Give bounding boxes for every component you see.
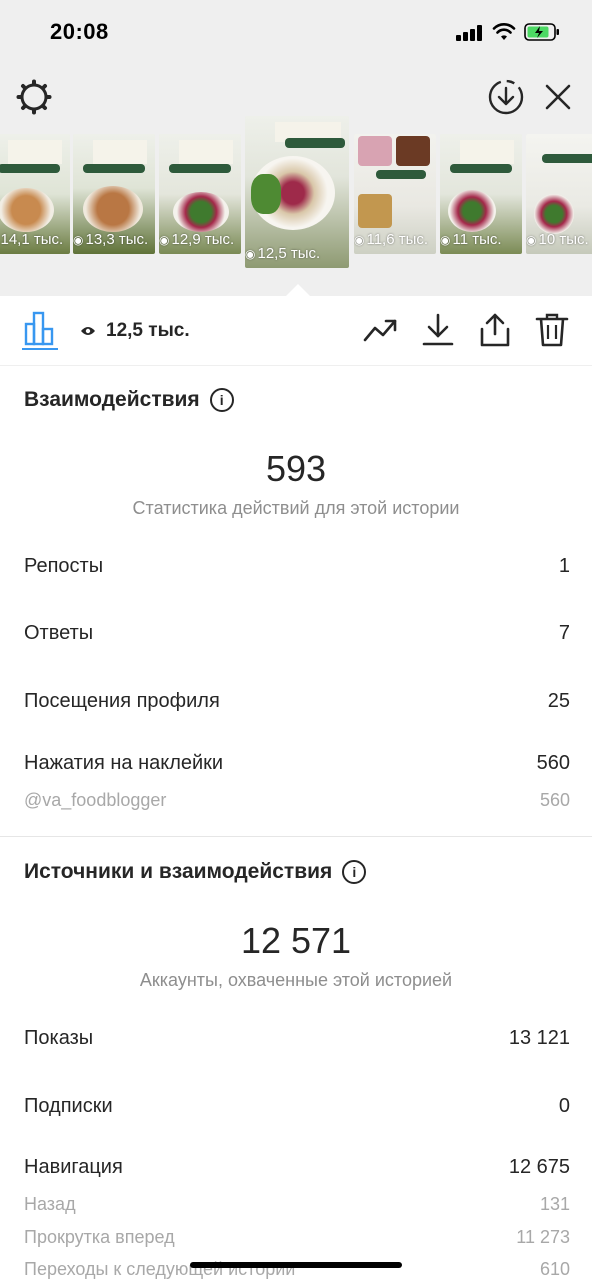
status-time: 20:08 xyxy=(50,19,109,44)
eye-icon: ◉ xyxy=(73,232,84,247)
close-button[interactable] xyxy=(538,77,578,117)
stat-sub-value: 610 xyxy=(539,1259,570,1279)
stat-row-profile-visits: Посещения профиля 25 xyxy=(24,690,570,713)
stat-row-impressions: Показы 13 121 xyxy=(24,1027,570,1050)
stat-label: Показы xyxy=(24,1027,94,1049)
info-icon[interactable]: i xyxy=(342,860,367,884)
stat-value: 12 675 xyxy=(508,1156,570,1178)
thumbnail-view-count: ◉14,1 тыс. xyxy=(0,231,63,248)
stat-label: Посещения профиля xyxy=(24,690,220,712)
thumbnail-view-count: ◉ 11,6 тыс. xyxy=(354,231,428,248)
save-story-button[interactable] xyxy=(486,77,526,117)
stat-value: 1 xyxy=(558,555,570,577)
interactions-title-text: Взаимодействия xyxy=(24,388,200,411)
bar-chart-icon xyxy=(24,311,54,346)
stat-value: 13 121 xyxy=(508,1027,570,1049)
stat-row-follows: Подписки 0 xyxy=(24,1095,570,1118)
eye-icon: ◉ xyxy=(354,232,365,247)
wifi-icon xyxy=(492,23,516,40)
stat-sub-value: 131 xyxy=(539,1194,570,1214)
thumbnail-views-label: 13,3 тыс. xyxy=(85,231,149,248)
story-thumbnail[interactable]: ◉ 11 тыс. xyxy=(440,134,522,254)
stat-sub-label: @va_foodblogger xyxy=(24,790,167,810)
story-view-count: 12,5 тыс. xyxy=(80,320,190,342)
thumbnail-views-label: 12,5 тыс. xyxy=(257,245,321,262)
status-bar: 20:08 xyxy=(0,0,592,64)
stat-subrow-forward: Прокрутка вперед 11 273 xyxy=(24,1227,570,1248)
stat-row-reposts: Репосты 1 xyxy=(24,555,570,578)
download-circle-icon xyxy=(488,79,524,115)
story-action-bar: 12,5 тыс. xyxy=(0,296,592,366)
stat-sub-label: Прокрутка вперед xyxy=(24,1227,175,1247)
stat-sub-value: 11 273 xyxy=(516,1227,570,1247)
eye-icon: ◉ xyxy=(159,232,170,247)
eye-icon: ◉ xyxy=(440,232,451,247)
story-thumbnail[interactable]: ◉14,1 тыс. xyxy=(0,134,70,254)
story-thumbnail[interactable]: ◉ 12,9 тыс. xyxy=(159,134,241,254)
stat-value: 0 xyxy=(558,1095,570,1117)
thumbnail-view-count: ◉ 11 тыс. xyxy=(440,231,502,248)
thumbnail-views-label: 14,1 тыс. xyxy=(0,231,64,248)
stat-row-sticker-taps: Нажатия на наклейки 560 xyxy=(24,752,570,775)
thumbnail-views-label: 12,9 тыс. xyxy=(171,231,235,248)
stat-sub-label: Назад xyxy=(24,1194,76,1214)
stat-row-replies: Ответы 7 xyxy=(24,622,570,645)
settings-button[interactable] xyxy=(14,77,54,117)
battery-charging-icon xyxy=(524,23,559,41)
stat-subrow-back: Назад 131 xyxy=(24,1194,570,1215)
eye-icon: ◉ xyxy=(245,246,256,261)
thumbnail-views-label: 11 тыс. xyxy=(452,231,502,248)
story-thumbnail[interactable]: ◉ 13,3 тыс. xyxy=(73,134,155,254)
view-count-label: 12,5 тыс. xyxy=(106,320,190,341)
cellular-signal-icon xyxy=(456,25,484,41)
stat-value: 25 xyxy=(547,690,570,712)
interactions-total: 593 xyxy=(265,448,327,489)
stat-subrow-mention-sticker[interactable]: @va_foodblogger 560 xyxy=(24,790,570,811)
reach-total: 12 571 xyxy=(240,920,352,961)
gear-icon xyxy=(16,79,52,115)
story-thumbnail[interactable]: ◉ 10 тыс. xyxy=(526,134,592,254)
interactions-caption: Статистика действий для этой истории xyxy=(132,498,460,518)
reach-caption: Аккаунты, охваченные этой историей xyxy=(139,970,453,990)
share-icon[interactable] xyxy=(477,312,513,348)
stat-value: 7 xyxy=(558,622,570,644)
insights-tab[interactable] xyxy=(22,310,58,350)
info-icon[interactable]: i xyxy=(209,388,234,412)
eye-icon: ◉ xyxy=(526,232,537,247)
thumbnail-views-label: 11,6 тыс. xyxy=(366,231,429,248)
discovery-title-text: Источники и взаимодействия xyxy=(24,860,333,883)
stat-label: Нажатия на наклейки xyxy=(24,752,224,774)
interactions-title: Взаимодействия i xyxy=(24,388,234,412)
stat-label: Ответы xyxy=(24,622,94,644)
download-icon[interactable] xyxy=(420,312,456,348)
close-icon xyxy=(545,84,571,110)
stat-label: Навигация xyxy=(24,1156,123,1178)
thumbnail-view-count: ◉ 13,3 тыс. xyxy=(73,231,148,248)
trash-icon[interactable] xyxy=(534,312,570,348)
stat-label: Репосты xyxy=(24,555,104,577)
stat-label: Подписки xyxy=(24,1095,113,1117)
story-thumbnails: ◉14,1 тыс. ◉13,3 тыс. ◉12,9 тыс. ◉12,5 т… xyxy=(0,116,592,270)
thumbnail-views-label: 10 тыс. xyxy=(538,231,589,248)
stat-value: 560 xyxy=(536,752,570,774)
story-thumbnail[interactable]: ◉ 11,6 тыс. xyxy=(354,134,436,254)
trend-icon[interactable] xyxy=(362,312,398,348)
thumbnail-view-count: ◉ 12,5 тыс. xyxy=(245,245,320,262)
home-indicator[interactable] xyxy=(190,1262,402,1268)
discovery-title: Источники и взаимодействия i xyxy=(24,860,367,884)
story-thumbnail-active[interactable]: ◉ 12,5 тыс. xyxy=(245,116,349,268)
stat-row-navigation: Навигация 12 675 xyxy=(24,1156,570,1179)
active-story-pointer xyxy=(286,284,310,296)
story-carousel-area: ◉14,1 тыс. ◉13,3 тыс. ◉12,9 тыс. ◉12,5 т… xyxy=(0,64,592,296)
eye-icon xyxy=(81,327,95,335)
stat-sub-value: 560 xyxy=(539,790,570,810)
thumbnail-view-count: ◉ 12,9 тыс. xyxy=(159,231,234,248)
section-divider xyxy=(0,836,592,837)
thumbnail-view-count: ◉ 10 тыс. xyxy=(526,231,589,248)
